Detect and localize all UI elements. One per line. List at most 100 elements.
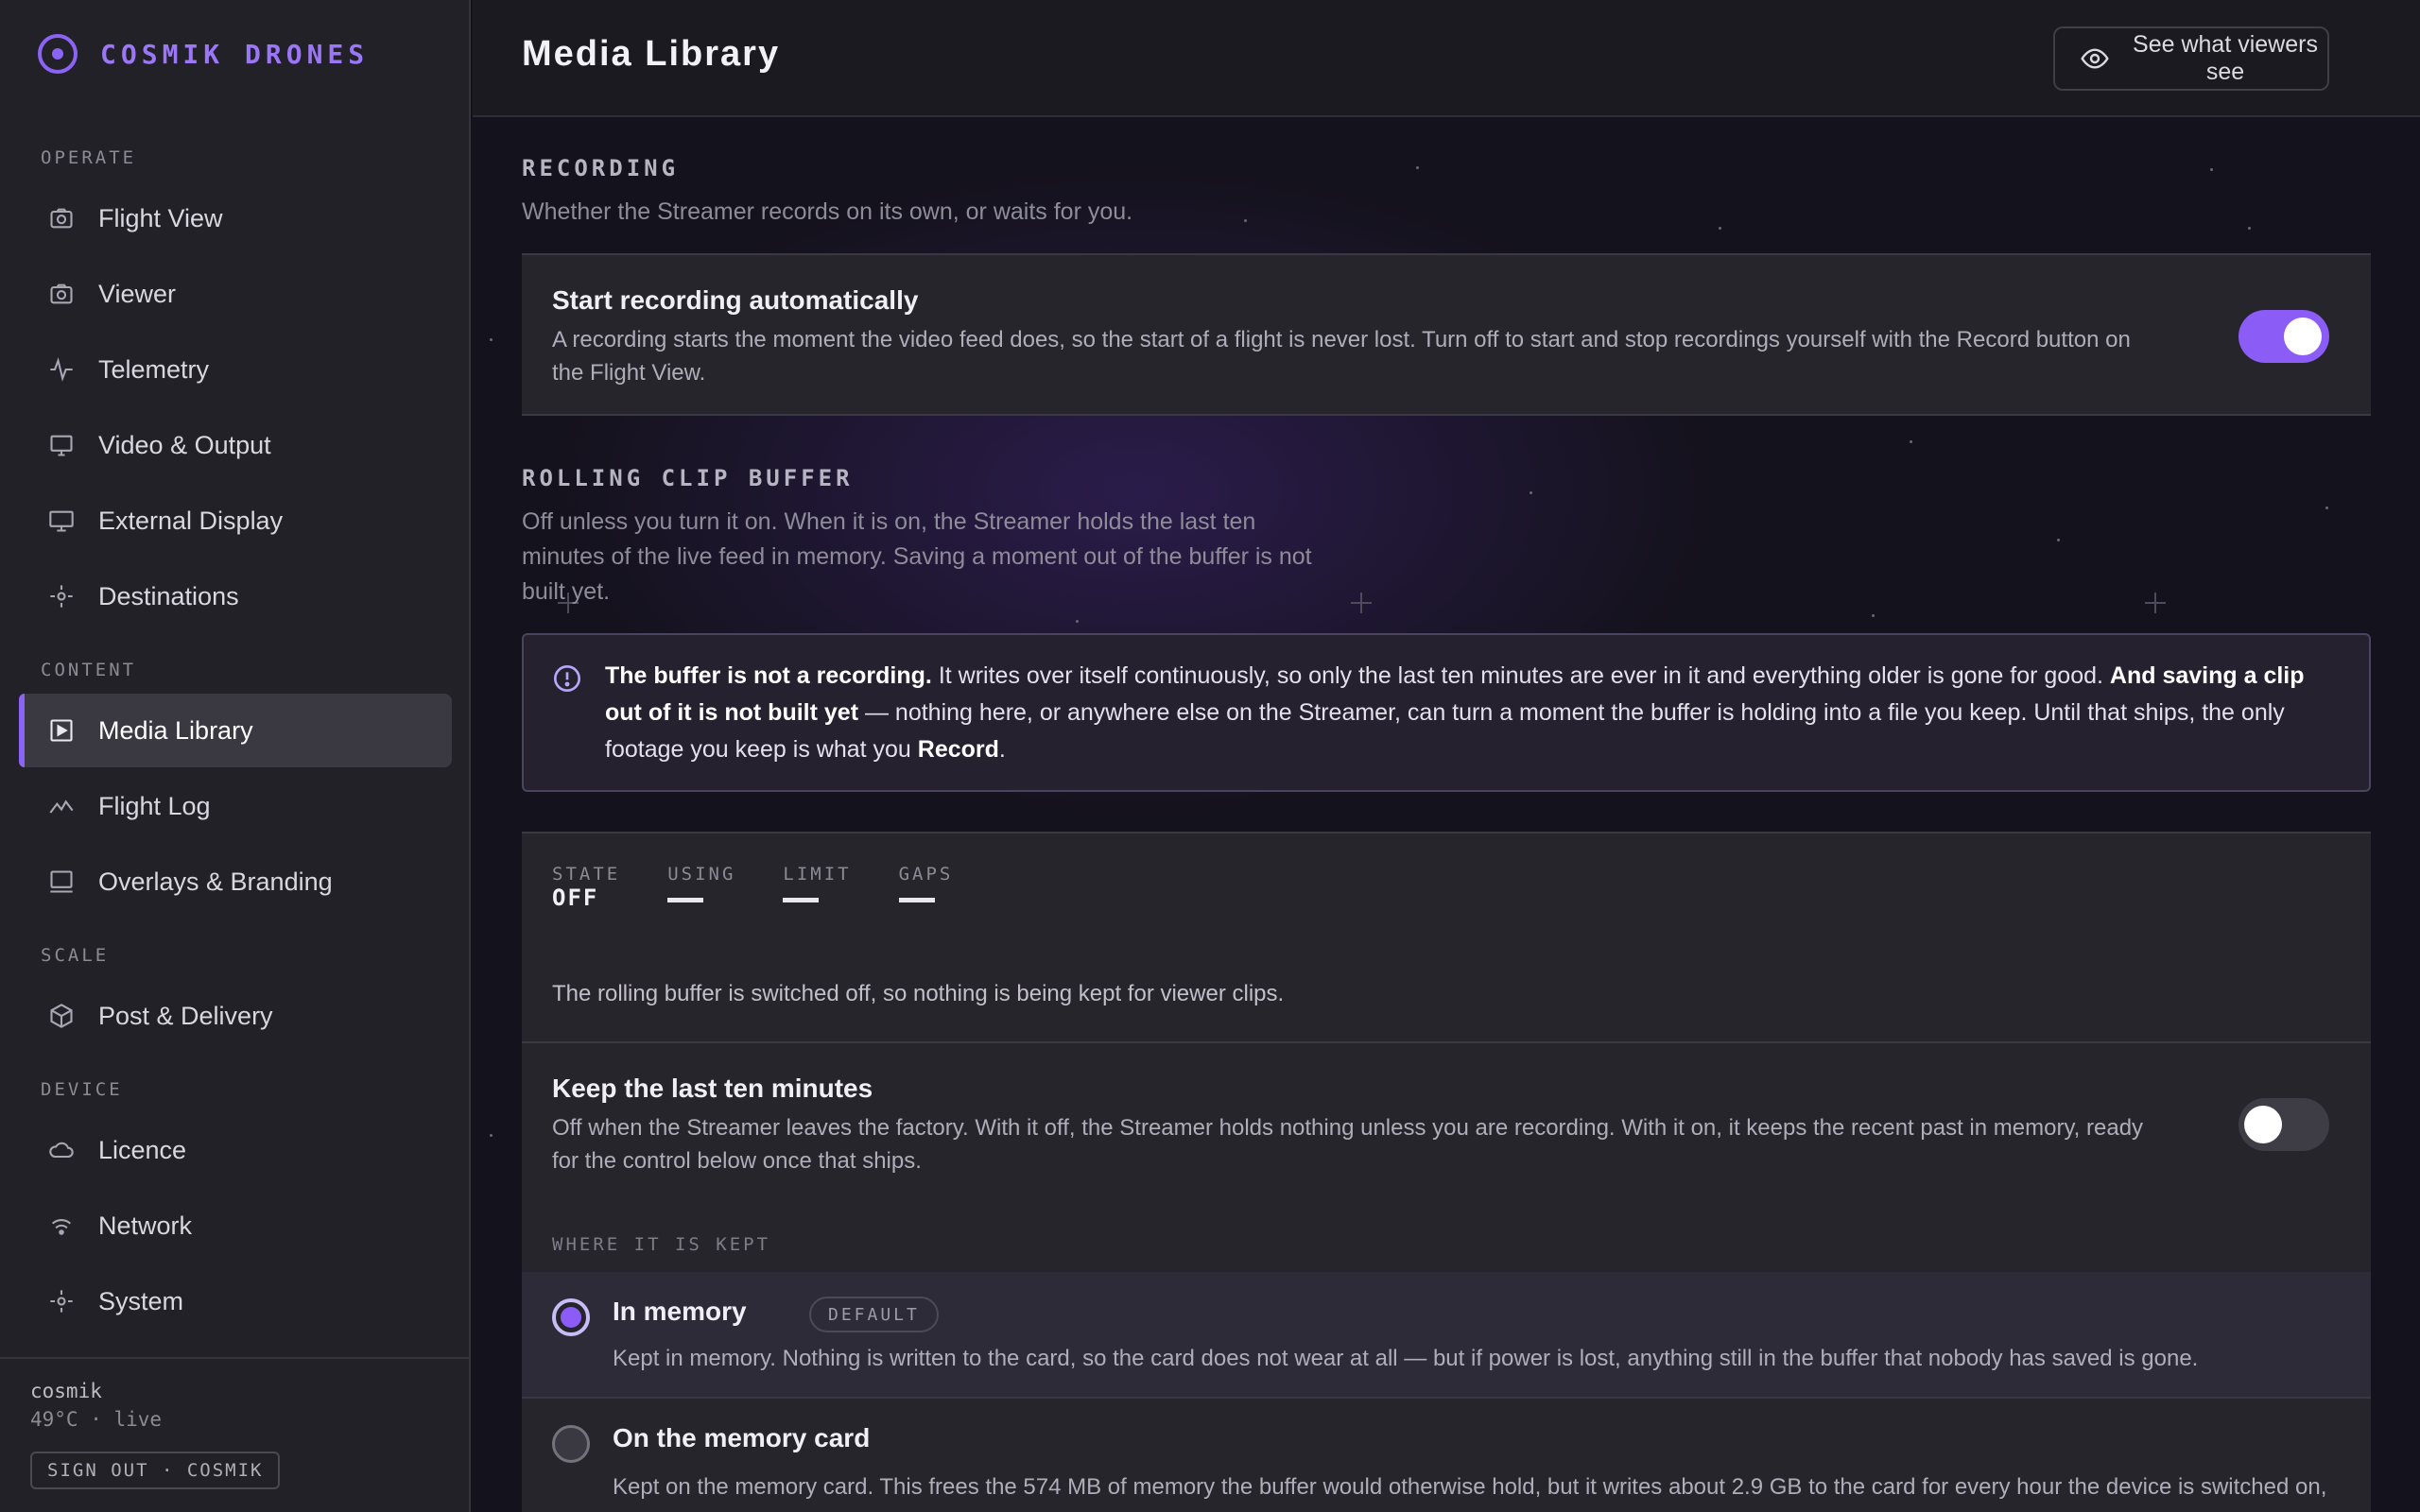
sidebar: COSMIK DRONES OPERATE Flight View Viewer… bbox=[0, 0, 471, 1512]
star-decoration bbox=[1872, 614, 1875, 617]
sidebar-item-licence[interactable]: Licence bbox=[19, 1113, 452, 1187]
stat-limit: LIMIT bbox=[783, 864, 851, 911]
sidebar-item-media-library[interactable]: Media Library bbox=[19, 694, 452, 767]
star-decoration bbox=[1719, 227, 1721, 230]
package-icon bbox=[47, 1002, 76, 1030]
stat-label: USING bbox=[667, 864, 736, 885]
sidebar-item-label: Video & Output bbox=[98, 430, 271, 459]
nav-section-scale: SCALE bbox=[41, 945, 110, 966]
option-memory-card[interactable]: On the memory card Kept on the memory ca… bbox=[522, 1399, 2371, 1512]
eye-icon bbox=[2080, 43, 2110, 74]
sidebar-item-label: Overlays & Branding bbox=[98, 867, 333, 896]
where-kept-label: WHERE IT IS KEPT bbox=[552, 1234, 771, 1255]
sidebar-item-label: System bbox=[98, 1286, 184, 1315]
wifi-icon bbox=[47, 1211, 76, 1240]
notice-text-1: It writes over itself continuously, so o… bbox=[931, 662, 2110, 689]
buffer-stats: STATE OFF USING LIMIT GAPS bbox=[552, 864, 1000, 911]
top-bar: Media Library See what viewers see bbox=[473, 0, 2420, 117]
sidebar-item-system[interactable]: System bbox=[19, 1264, 452, 1338]
recording-section-desc: Whether the Streamer records on its own,… bbox=[522, 198, 1133, 225]
notice-text-3: . bbox=[998, 736, 1006, 763]
pulse-icon bbox=[47, 355, 76, 384]
keep-ten-title: Keep the last ten minutes bbox=[552, 1074, 873, 1103]
auto-record-toggle[interactable] bbox=[2238, 310, 2329, 363]
auto-record-desc: A recording starts the moment the video … bbox=[552, 327, 2131, 386]
sidebar-item-label: Viewer bbox=[98, 279, 177, 308]
sidebar-item-overlays-branding[interactable]: Overlays & Branding bbox=[19, 845, 452, 919]
nav-section-operate: OPERATE bbox=[41, 147, 137, 168]
nav-section-content: CONTENT bbox=[41, 660, 137, 680]
stat-label: GAPS bbox=[898, 864, 954, 885]
device-status: 49°C · live bbox=[30, 1408, 163, 1431]
buffer-status-text: The rolling buffer is switched off, so n… bbox=[552, 981, 1285, 1006]
sidebar-item-telemetry[interactable]: Telemetry bbox=[19, 333, 452, 406]
brand[interactable]: COSMIK DRONES bbox=[38, 34, 369, 74]
see-viewers-label: See what viewers see bbox=[2133, 31, 2318, 85]
buffer-notice: The buffer is not a recording. It writes… bbox=[522, 633, 2371, 792]
divider bbox=[522, 1041, 2371, 1043]
sign-out-button[interactable]: SIGN OUT · COSMIK bbox=[30, 1452, 281, 1489]
stat-empty-dash bbox=[783, 898, 820, 902]
sidebar-item-label: Flight Log bbox=[98, 791, 211, 820]
stat-using: USING bbox=[667, 864, 735, 911]
option-desc: Kept on the memory card. This frees the … bbox=[613, 1474, 2327, 1500]
star-decoration bbox=[1910, 440, 1912, 443]
sidebar-item-flight-log[interactable]: Flight Log bbox=[19, 769, 452, 843]
main-content: Media Library See what viewers see RECOR… bbox=[473, 0, 2420, 1512]
option-in-memory[interactable]: In memory DEFAULT Kept in memory. Nothin… bbox=[522, 1272, 2371, 1397]
broadcast-icon bbox=[47, 582, 76, 610]
toggle-knob bbox=[2284, 318, 2322, 355]
camera-icon bbox=[47, 204, 76, 232]
sidebar-item-label: Post & Delivery bbox=[98, 1001, 273, 1030]
stat-label: LIMIT bbox=[783, 864, 852, 885]
crosshair-decoration bbox=[1351, 593, 1372, 613]
notice-bold-1: The buffer is not a recording. bbox=[605, 662, 932, 689]
stat-value: OFF bbox=[552, 885, 599, 911]
sidebar-item-label: Flight View bbox=[98, 203, 223, 232]
stat-state: STATE OFF bbox=[552, 864, 620, 911]
auto-record-title: Start recording automatically bbox=[552, 285, 919, 315]
page-title: Media Library bbox=[522, 34, 781, 74]
info-circle-icon bbox=[552, 663, 582, 694]
brand-name: COSMIK DRONES bbox=[100, 38, 370, 70]
sidebar-item-label: Destinations bbox=[98, 581, 239, 610]
option-title: In memory bbox=[613, 1297, 747, 1326]
see-viewers-button[interactable]: See what viewers see bbox=[2053, 26, 2329, 91]
auto-record-card: Start recording automatically A recordin… bbox=[522, 253, 2371, 416]
sidebar-item-label: Network bbox=[98, 1211, 193, 1240]
star-decoration bbox=[490, 1134, 493, 1137]
star-decoration bbox=[1416, 166, 1419, 169]
play-square-icon bbox=[47, 716, 76, 745]
sidebar-item-destinations[interactable]: Destinations bbox=[19, 559, 452, 633]
monitor-icon bbox=[47, 431, 76, 459]
sidebar-item-post-delivery[interactable]: Post & Delivery bbox=[19, 979, 452, 1053]
keep-ten-toggle[interactable] bbox=[2238, 1098, 2329, 1151]
stat-empty-dash bbox=[667, 898, 704, 902]
cloud-icon bbox=[47, 1136, 76, 1164]
star-decoration bbox=[1244, 219, 1247, 222]
star-decoration bbox=[490, 338, 493, 341]
star-decoration bbox=[2325, 507, 2328, 509]
star-decoration bbox=[1530, 491, 1532, 494]
sidebar-item-viewer[interactable]: Viewer bbox=[19, 257, 452, 331]
screen-icon bbox=[47, 868, 76, 896]
buffer-section-title: ROLLING CLIP BUFFER bbox=[522, 465, 854, 491]
camera-icon bbox=[47, 280, 76, 308]
recording-section-title: RECORDING bbox=[522, 155, 680, 181]
radio-in-memory[interactable] bbox=[552, 1298, 590, 1336]
toggle-knob bbox=[2244, 1106, 2282, 1143]
sidebar-item-flight-view[interactable]: Flight View bbox=[19, 181, 452, 255]
sidebar-item-external-display[interactable]: External Display bbox=[19, 484, 452, 558]
monitor-icon bbox=[47, 507, 76, 535]
radio-memory-card[interactable] bbox=[552, 1425, 590, 1463]
buffer-section-desc: Off unless you turn it on. When it is on… bbox=[522, 508, 1312, 605]
star-decoration bbox=[2057, 539, 2060, 541]
sidebar-item-network[interactable]: Network bbox=[19, 1189, 452, 1263]
star-decoration bbox=[2248, 227, 2251, 230]
sidebar-item-video-output[interactable]: Video & Output bbox=[19, 408, 452, 482]
gear-icon bbox=[47, 1287, 76, 1315]
star-decoration bbox=[1076, 620, 1079, 623]
stat-label: STATE bbox=[552, 864, 621, 885]
option-title: On the memory card bbox=[613, 1423, 871, 1452]
buffer-notice-text: The buffer is not a recording. It writes… bbox=[605, 658, 2344, 768]
